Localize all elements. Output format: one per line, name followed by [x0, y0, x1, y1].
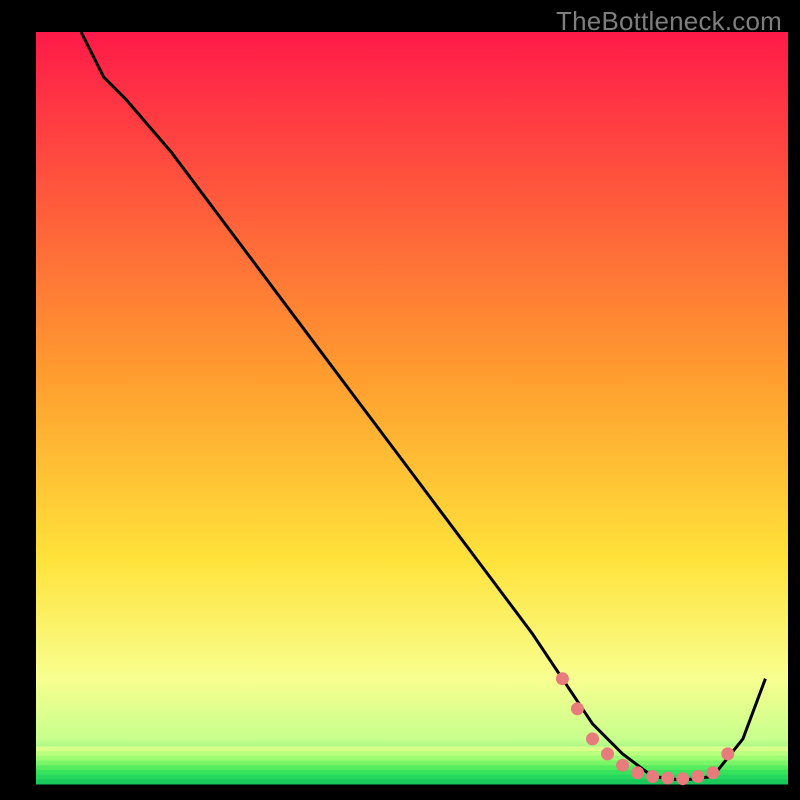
marker-point	[706, 766, 719, 779]
plot-background	[36, 32, 788, 784]
marker-point	[556, 672, 569, 685]
chart-svg	[0, 0, 800, 800]
marker-point	[571, 702, 584, 715]
green-band	[36, 751, 788, 756]
marker-point	[631, 766, 644, 779]
watermark-text: TheBottleneck.com	[556, 6, 782, 37]
green-band	[36, 765, 788, 770]
marker-point	[676, 772, 689, 785]
green-band	[36, 756, 788, 761]
chart-container: TheBottleneck.com	[0, 0, 800, 800]
marker-point	[691, 770, 704, 783]
marker-point	[616, 759, 629, 772]
green-band	[36, 746, 788, 751]
marker-point	[601, 747, 614, 760]
marker-point	[586, 732, 599, 745]
green-band	[36, 761, 788, 766]
green-band	[36, 770, 788, 775]
marker-point	[721, 747, 734, 760]
marker-point	[646, 770, 659, 783]
marker-point	[661, 772, 674, 785]
